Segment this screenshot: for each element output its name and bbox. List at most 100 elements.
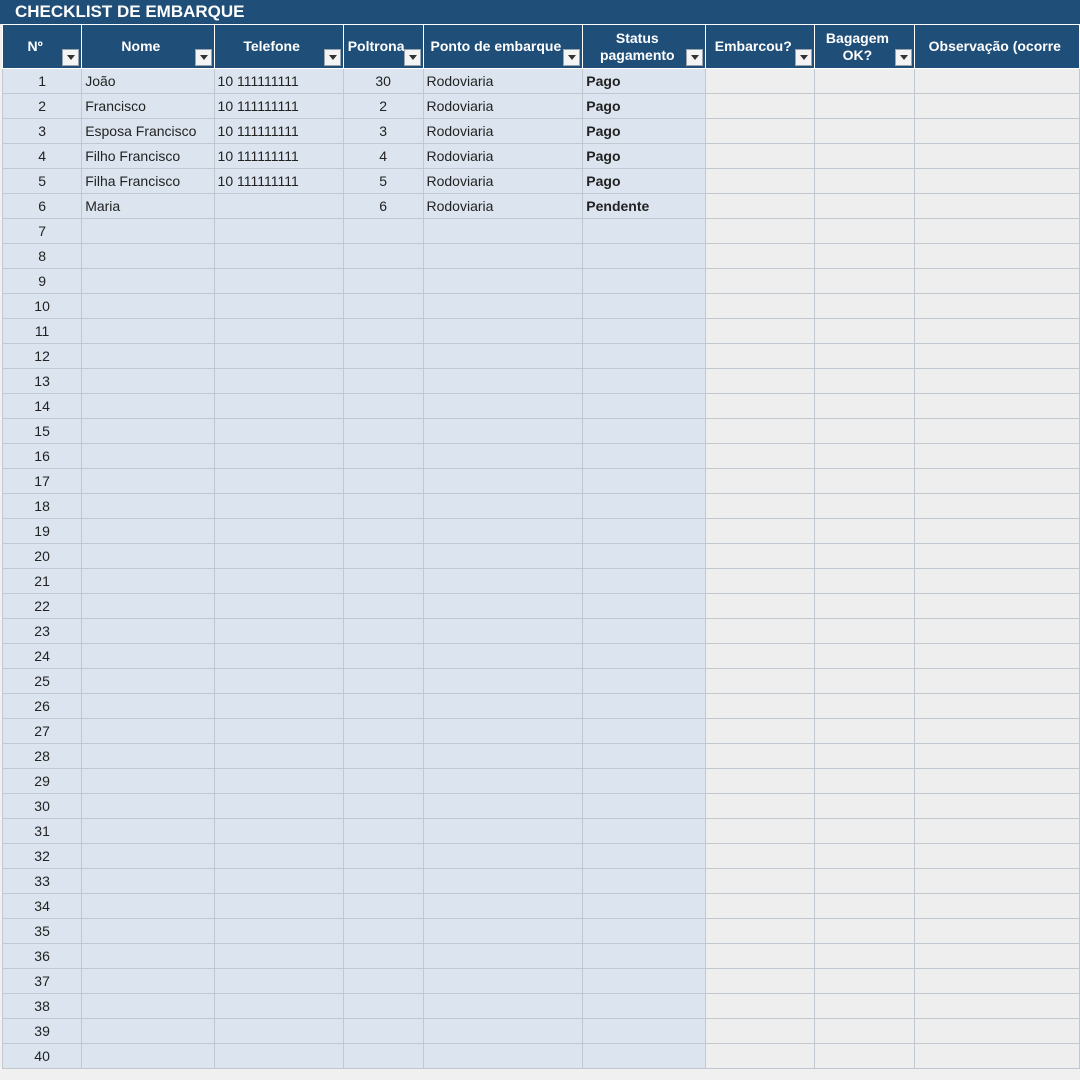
cell-poltrona[interactable] bbox=[342, 593, 424, 619]
cell-ponto-embarque[interactable] bbox=[422, 843, 584, 869]
cell-nome[interactable] bbox=[81, 393, 215, 419]
cell-status-pagamento[interactable] bbox=[582, 243, 707, 269]
cell-bagagem-ok[interactable] bbox=[814, 793, 915, 819]
cell-status-pagamento[interactable] bbox=[582, 593, 707, 619]
cell-nome[interactable] bbox=[81, 293, 215, 319]
cell-ponto-embarque[interactable] bbox=[422, 393, 584, 419]
cell-status-pagamento[interactable] bbox=[582, 768, 707, 794]
cell-ponto-embarque[interactable] bbox=[422, 218, 584, 244]
cell-nome[interactable] bbox=[81, 468, 215, 494]
cell-nome[interactable] bbox=[81, 268, 215, 294]
cell-status-pagamento[interactable] bbox=[582, 518, 707, 544]
cell-bagagem-ok[interactable] bbox=[814, 343, 915, 369]
cell-telefone[interactable] bbox=[213, 843, 344, 869]
cell-bagagem-ok[interactable] bbox=[814, 618, 915, 644]
cell-ponto-embarque[interactable] bbox=[422, 743, 584, 769]
cell-number[interactable]: 39 bbox=[1, 1018, 83, 1044]
cell-poltrona[interactable] bbox=[342, 943, 424, 969]
cell-telefone[interactable] bbox=[213, 1043, 344, 1069]
cell-observacao[interactable] bbox=[913, 793, 1080, 819]
cell-observacao[interactable] bbox=[913, 593, 1080, 619]
cell-ponto-embarque[interactable]: Rodoviaria bbox=[422, 193, 584, 219]
cell-number[interactable]: 13 bbox=[1, 368, 83, 394]
cell-status-pagamento[interactable] bbox=[582, 968, 707, 994]
cell-observacao[interactable] bbox=[913, 93, 1080, 119]
filter-dropdown-icon[interactable] bbox=[403, 49, 421, 66]
filter-dropdown-icon[interactable] bbox=[323, 49, 341, 66]
cell-telefone[interactable] bbox=[213, 218, 344, 244]
cell-poltrona[interactable] bbox=[342, 618, 424, 644]
cell-observacao[interactable] bbox=[913, 718, 1080, 744]
cell-observacao[interactable] bbox=[913, 118, 1080, 144]
cell-embarcou[interactable] bbox=[705, 743, 816, 769]
cell-ponto-embarque[interactable] bbox=[422, 793, 584, 819]
cell-status-pagamento[interactable] bbox=[582, 943, 707, 969]
cell-status-pagamento[interactable] bbox=[582, 468, 707, 494]
cell-bagagem-ok[interactable] bbox=[814, 493, 915, 519]
cell-ponto-embarque[interactable] bbox=[422, 718, 584, 744]
cell-telefone[interactable]: 10 111111111 bbox=[213, 118, 344, 144]
cell-number[interactable]: 20 bbox=[1, 543, 83, 569]
cell-ponto-embarque[interactable] bbox=[422, 293, 584, 319]
cell-status-pagamento[interactable] bbox=[582, 268, 707, 294]
cell-nome[interactable] bbox=[81, 943, 215, 969]
cell-bagagem-ok[interactable] bbox=[814, 393, 915, 419]
cell-status-pagamento[interactable] bbox=[582, 443, 707, 469]
cell-telefone[interactable] bbox=[213, 918, 344, 944]
cell-embarcou[interactable] bbox=[705, 818, 816, 844]
cell-nome[interactable] bbox=[81, 643, 215, 669]
cell-poltrona[interactable] bbox=[342, 443, 424, 469]
cell-nome[interactable] bbox=[81, 743, 215, 769]
cell-embarcou[interactable] bbox=[705, 418, 816, 444]
cell-status-pagamento[interactable] bbox=[582, 618, 707, 644]
cell-nome[interactable] bbox=[81, 993, 215, 1019]
cell-bagagem-ok[interactable] bbox=[814, 918, 915, 944]
cell-status-pagamento[interactable] bbox=[582, 843, 707, 869]
cell-ponto-embarque[interactable] bbox=[422, 818, 584, 844]
cell-number[interactable]: 27 bbox=[1, 718, 83, 744]
cell-observacao[interactable] bbox=[913, 518, 1080, 544]
cell-number[interactable]: 23 bbox=[1, 618, 83, 644]
cell-ponto-embarque[interactable] bbox=[422, 343, 584, 369]
cell-bagagem-ok[interactable] bbox=[814, 118, 915, 144]
cell-embarcou[interactable] bbox=[705, 143, 816, 169]
cell-status-pagamento[interactable]: Pendente bbox=[582, 193, 707, 219]
cell-telefone[interactable] bbox=[213, 418, 344, 444]
cell-number[interactable]: 1 bbox=[1, 68, 83, 94]
cell-observacao[interactable] bbox=[913, 968, 1080, 994]
cell-bagagem-ok[interactable] bbox=[814, 418, 915, 444]
cell-status-pagamento[interactable] bbox=[582, 293, 707, 319]
cell-embarcou[interactable] bbox=[705, 868, 816, 894]
cell-bagagem-ok[interactable] bbox=[814, 643, 915, 669]
cell-number[interactable]: 28 bbox=[1, 743, 83, 769]
column-header-status-pagamento[interactable]: Status pagamento bbox=[582, 24, 707, 69]
cell-embarcou[interactable] bbox=[705, 568, 816, 594]
cell-observacao[interactable] bbox=[913, 418, 1080, 444]
cell-status-pagamento[interactable] bbox=[582, 493, 707, 519]
cell-embarcou[interactable] bbox=[705, 168, 816, 194]
cell-ponto-embarque[interactable] bbox=[422, 568, 584, 594]
cell-embarcou[interactable] bbox=[705, 668, 816, 694]
cell-embarcou[interactable] bbox=[705, 293, 816, 319]
cell-nome[interactable] bbox=[81, 693, 215, 719]
cell-bagagem-ok[interactable] bbox=[814, 193, 915, 219]
cell-embarcou[interactable] bbox=[705, 768, 816, 794]
cell-nome[interactable]: Francisco bbox=[81, 93, 215, 119]
column-header-bagagem-ok[interactable]: Bagagem OK? bbox=[814, 24, 915, 69]
cell-number[interactable]: 6 bbox=[1, 193, 83, 219]
cell-number[interactable]: 10 bbox=[1, 293, 83, 319]
cell-status-pagamento[interactable]: Pago bbox=[582, 143, 707, 169]
cell-telefone[interactable] bbox=[213, 543, 344, 569]
cell-telefone[interactable] bbox=[213, 793, 344, 819]
cell-embarcou[interactable] bbox=[705, 193, 816, 219]
cell-embarcou[interactable] bbox=[705, 918, 816, 944]
cell-ponto-embarque[interactable] bbox=[422, 518, 584, 544]
cell-status-pagamento[interactable] bbox=[582, 868, 707, 894]
cell-observacao[interactable] bbox=[913, 643, 1080, 669]
cell-number[interactable]: 32 bbox=[1, 843, 83, 869]
cell-ponto-embarque[interactable] bbox=[422, 868, 584, 894]
cell-bagagem-ok[interactable] bbox=[814, 543, 915, 569]
cell-embarcou[interactable] bbox=[705, 593, 816, 619]
cell-ponto-embarque[interactable] bbox=[422, 1043, 584, 1069]
cell-observacao[interactable] bbox=[913, 368, 1080, 394]
